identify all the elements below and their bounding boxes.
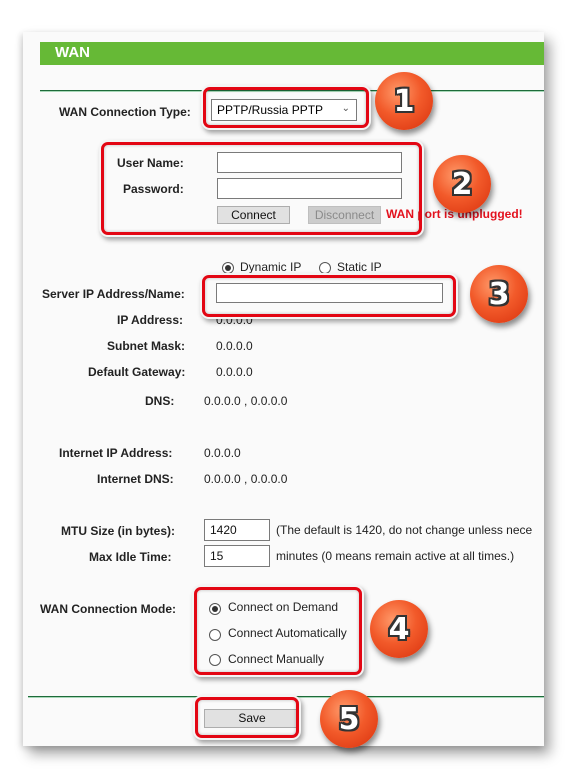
ip-address-label: IP Address: <box>117 313 184 327</box>
connect-automatically-label: Connect Automatically <box>228 626 347 640</box>
mtu-label: MTU Size (in bytes): <box>61 524 176 538</box>
internet-dns-label: Internet DNS: <box>97 472 174 486</box>
subnet-mask-label: Subnet Mask: <box>107 339 186 353</box>
default-gateway-label: Default Gateway: <box>88 365 186 379</box>
connect-on-demand-radio[interactable] <box>209 603 221 615</box>
disconnect-button[interactable]: Disconnect <box>308 206 381 224</box>
dns-label: DNS: <box>145 394 175 408</box>
static-ip-label: Static IP <box>337 260 382 274</box>
step-badge-1: 1 <box>375 72 433 130</box>
mtu-input[interactable] <box>204 519 270 541</box>
section-title: WAN <box>55 44 90 61</box>
dns-value: 0.0.0.0 , 0.0.0.0 <box>204 394 288 408</box>
step-badge-2: 2 <box>433 155 491 213</box>
wan-settings-panel: WAN WAN Connection Type: PPTP/Russia PPT… <box>23 32 544 746</box>
server-ip-input[interactable] <box>216 283 443 303</box>
step-badge-5: 5 <box>320 690 378 748</box>
connect-manually-radio[interactable] <box>209 654 221 666</box>
connect-on-demand-label: Connect on Demand <box>228 600 339 614</box>
username-input[interactable] <box>217 152 402 173</box>
internet-dns-value: 0.0.0.0 , 0.0.0.0 <box>204 472 288 486</box>
default-gateway-value: 0.0.0.0 <box>216 365 253 379</box>
connection-type-label: WAN Connection Type: <box>59 105 191 119</box>
ip-address-value: 0.0.0.0 <box>216 313 253 327</box>
static-ip-radio[interactable] <box>319 262 331 274</box>
mtu-hint: (The default is 1420, do not change unle… <box>276 523 533 537</box>
step-badge-4: 4 <box>370 600 428 658</box>
server-ip-label: Server IP Address/Name: <box>42 287 185 301</box>
chevron-down-icon: ⌄ <box>341 103 350 114</box>
password-label: Password: <box>123 182 184 196</box>
connection-mode-label: WAN Connection Mode: <box>40 602 176 616</box>
section-header: WAN <box>40 42 544 65</box>
subnet-mask-value: 0.0.0.0 <box>216 339 253 353</box>
connect-manually-label: Connect Manually <box>228 652 325 666</box>
dynamic-ip-label: Dynamic IP <box>240 260 302 274</box>
connection-type-select[interactable]: PPTP/Russia PPTP ⌄ <box>211 99 357 121</box>
divider <box>40 90 544 91</box>
divider <box>28 696 544 697</box>
idle-time-hint: minutes (0 means remain active at all ti… <box>276 549 515 563</box>
internet-ip-label: Internet IP Address: <box>59 446 173 460</box>
idle-time-label: Max Idle Time: <box>89 550 172 564</box>
idle-time-input[interactable] <box>204 545 270 567</box>
password-input[interactable] <box>217 178 402 199</box>
save-button[interactable]: Save <box>204 709 300 728</box>
connection-type-value: PPTP/Russia PPTP <box>217 103 324 117</box>
connect-button[interactable]: Connect <box>217 206 290 224</box>
username-label: User Name: <box>117 156 184 170</box>
step-badge-3: 3 <box>470 265 528 323</box>
connect-automatically-radio[interactable] <box>209 629 221 641</box>
internet-ip-value: 0.0.0.0 <box>204 446 241 460</box>
dynamic-ip-radio[interactable] <box>222 262 234 274</box>
